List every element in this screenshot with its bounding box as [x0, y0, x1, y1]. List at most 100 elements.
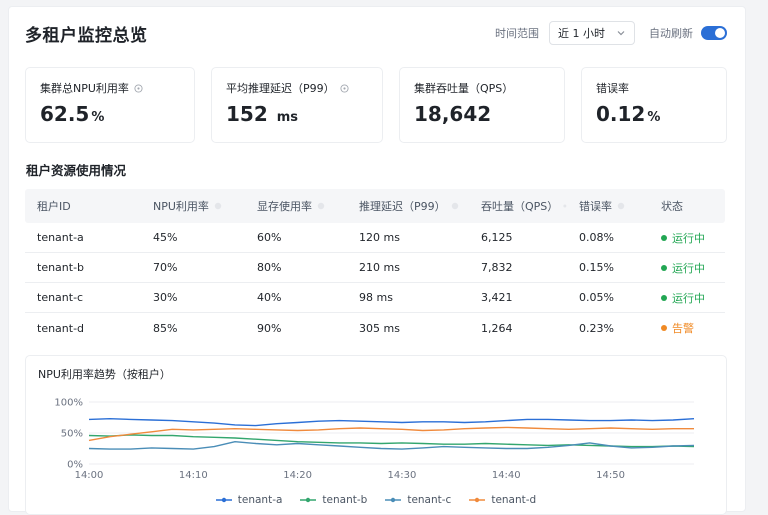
chevron-down-icon	[617, 31, 625, 36]
cell-qps: 7,832	[481, 261, 513, 274]
kpi-value-number: 152	[226, 102, 268, 126]
column-header-error-rate[interactable]: 错误率	[567, 198, 651, 214]
kpi-card-npu: 集群总NPU利用率 62.5%	[25, 67, 195, 143]
page-title: 多租户监控总览	[25, 25, 148, 46]
legend-swatch	[385, 497, 402, 503]
column-header-label: 显存使用率	[257, 200, 312, 213]
legend-label: tenant-c	[407, 494, 452, 506]
sort-icon[interactable]	[317, 202, 325, 210]
cell-tenant-id: tenant-a	[37, 231, 84, 244]
cell-tenant-id: tenant-b	[37, 261, 85, 274]
cell-qps: 3,421	[481, 291, 513, 304]
cell-qps: 6,125	[481, 231, 513, 244]
table-row[interactable]: tenant-c 30% 40% 98 ms 3,421 0.05% 运行中	[25, 283, 725, 313]
x-tick-label: 14:40	[492, 470, 521, 481]
auto-refresh-label: 自动刷新	[649, 27, 693, 40]
column-header-npu[interactable]: NPU利用率	[141, 198, 245, 214]
status-badge: 运行中	[672, 261, 705, 275]
info-icon[interactable]	[340, 83, 349, 93]
legend-item-tenant-a[interactable]: tenant-a	[215, 494, 283, 506]
cell-npu: 70%	[153, 261, 178, 274]
cell-memory: 40%	[257, 291, 282, 304]
column-header-qps[interactable]: 吞吐量（QPS）	[469, 198, 567, 214]
legend-item-tenant-b[interactable]: tenant-b	[300, 494, 367, 506]
kpi-value: 0.12%	[596, 102, 712, 126]
column-header-tenant-id[interactable]: 租户ID	[25, 198, 141, 214]
kpi-label-text: 平均推理延迟（P99）	[226, 82, 335, 95]
kpi-value-unit: %	[647, 110, 661, 125]
table-header: 租户ID NPU利用率 显存使用率 推理延迟（P99） 吞吐量（QPS） 错误率…	[25, 189, 725, 223]
kpi-value-number: 0.12	[596, 102, 646, 126]
series-line-tenant-a	[88, 418, 695, 427]
kpi-card-qps: 集群吞吐量（QPS） 18,642	[399, 67, 565, 143]
column-header-label: 推理延迟（P99）	[359, 200, 446, 213]
x-tick-label: 14:00	[75, 470, 104, 481]
x-tick-label: 14:30	[388, 470, 417, 481]
series-line-tenant-d	[88, 426, 694, 442]
time-range-label: 时间范围	[495, 27, 539, 40]
kpi-label-text: 集群总NPU利用率	[40, 82, 129, 95]
legend-item-tenant-c[interactable]: tenant-c	[385, 494, 451, 506]
kpi-value-number: 62.5	[40, 102, 90, 126]
auto-refresh-toggle[interactable]	[701, 26, 727, 40]
legend-label: tenant-a	[237, 494, 283, 506]
cell-status: 运行中	[651, 260, 725, 276]
cell-qps: 1,264	[481, 321, 513, 335]
cell-memory: 80%	[257, 261, 282, 274]
kpi-label-text: 集群吞吐量（QPS）	[414, 82, 514, 95]
sort-icon[interactable]	[214, 202, 222, 210]
column-header-label: 吞吐量（QPS）	[481, 200, 559, 213]
kpi-label: 集群吞吐量（QPS）	[414, 80, 550, 96]
table-row[interactable]: tenant-a 45% 60% 120 ms 6,125 0.08% 运行中	[25, 223, 725, 253]
column-header-label: 状态	[661, 200, 683, 213]
sort-icon[interactable]	[617, 202, 625, 210]
cell-error-rate: 0.05%	[579, 291, 614, 304]
kpi-value: 18,642	[414, 102, 550, 126]
chart-legend: tenant-a tenant-b tenant-c tenant-d	[26, 494, 726, 506]
kpi-label: 错误率	[596, 80, 712, 96]
kpi-label: 集群总NPU利用率	[40, 80, 180, 96]
page-header: 多租户监控总览 时间范围 近 1 小时 自动刷新	[25, 15, 727, 51]
npu-trend-chart-card: 100% 50% 0% 14:00 14:10 14:20 14:30 14:40 14:50 …	[25, 355, 727, 515]
kpi-value-unit: ms	[276, 110, 299, 125]
cell-status: 运行中	[651, 230, 725, 246]
legend-item-tenant-d[interactable]: tenant-d	[469, 494, 536, 506]
y-tick-label: 0%	[67, 460, 83, 471]
cell-tenant-id: tenant-d	[37, 321, 85, 335]
cell-error-rate: 0.08%	[579, 231, 614, 244]
toggle-knob	[715, 28, 725, 38]
tenant-table: 租户ID NPU利用率 显存使用率 推理延迟（P99） 吞吐量（QPS） 错误率…	[25, 189, 725, 343]
status-dot	[661, 294, 667, 301]
legend-swatch	[215, 497, 232, 503]
cell-npu: 85%	[153, 321, 178, 335]
cell-latency: 98 ms	[359, 291, 393, 304]
cell-memory: 60%	[257, 231, 282, 244]
kpi-value-number: 18,642	[414, 102, 492, 126]
legend-label: tenant-b	[322, 494, 368, 506]
info-icon[interactable]	[134, 83, 143, 93]
legend-swatch	[469, 497, 486, 503]
legend-label: tenant-d	[491, 494, 537, 506]
x-tick-label: 14:20	[283, 470, 312, 481]
x-tick-label: 14:10	[179, 470, 208, 481]
y-tick-label: 100%	[54, 398, 83, 409]
cell-latency: 305 ms	[359, 321, 400, 335]
cell-npu: 45%	[153, 231, 178, 244]
table-row[interactable]: tenant-d 85% 90% 305 ms 1,264 0.23% 告警	[25, 313, 725, 343]
column-header-latency[interactable]: 推理延迟（P99）	[347, 198, 469, 214]
kpi-label-text: 错误率	[596, 82, 629, 95]
cell-status: 告警	[651, 320, 725, 336]
cell-status: 运行中	[651, 290, 725, 306]
legend-swatch	[300, 497, 317, 503]
status-dot	[661, 325, 667, 331]
table-row[interactable]: tenant-b 70% 80% 210 ms 7,832 0.15% 运行中	[25, 253, 725, 283]
column-header-memory[interactable]: 显存使用率	[245, 198, 347, 214]
column-header-label: NPU利用率	[153, 200, 209, 213]
column-header-label: 错误率	[579, 200, 612, 213]
time-range-select[interactable]: 近 1 小时	[549, 21, 635, 45]
column-header-status[interactable]: 状态	[651, 198, 725, 214]
sort-icon[interactable]	[451, 202, 459, 210]
kpi-card-error-rate: 错误率 0.12%	[581, 67, 727, 143]
kpi-card-latency: 平均推理延迟（P99） 152 ms	[211, 67, 383, 143]
cell-error-rate: 0.23%	[579, 321, 614, 335]
